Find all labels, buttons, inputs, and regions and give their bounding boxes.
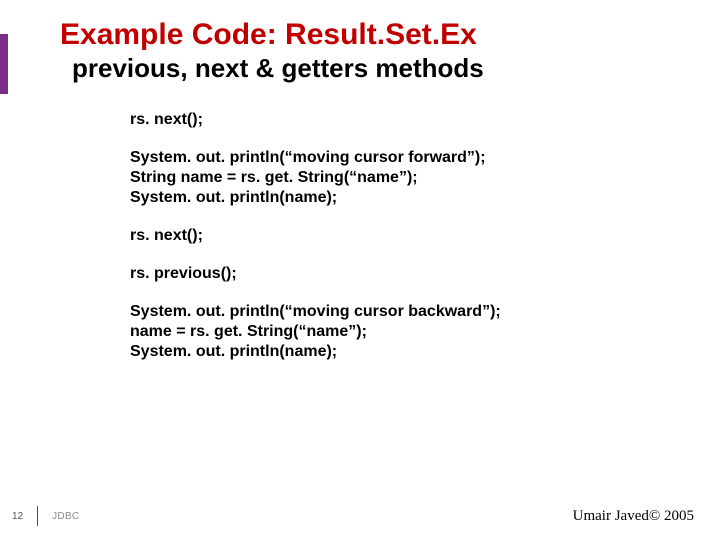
code-content: rs. next(); System. out. println(“moving… (130, 110, 720, 362)
page-number: 12 (12, 511, 23, 522)
code-line: System. out. println(name); (130, 188, 720, 208)
code-line: System. out. println(“moving cursor back… (130, 302, 720, 322)
slide-title: Example Code: Result.Set.Ex (60, 18, 720, 51)
code-line: rs. next(); (130, 110, 720, 130)
footer-divider (37, 506, 38, 526)
code-line: rs. next(); (130, 226, 720, 246)
title-area: Example Code: Result.Set.Ex previous, ne… (0, 0, 720, 84)
code-line: System. out. println(name); (130, 342, 720, 362)
code-line: System. out. println(“moving cursor forw… (130, 148, 720, 168)
footer: 12 JDBC Umair Javed© 2005 (0, 506, 720, 526)
code-line: rs. previous(); (130, 264, 720, 284)
code-line: String name = rs. get. String(“name”); (130, 168, 720, 188)
credit: Umair Javed© 2005 (573, 508, 694, 525)
accent-bar (0, 34, 8, 94)
section-label: JDBC (52, 511, 79, 522)
code-line: name = rs. get. String(“name”); (130, 322, 720, 342)
slide-subtitle: previous, next & getters methods (72, 53, 720, 84)
